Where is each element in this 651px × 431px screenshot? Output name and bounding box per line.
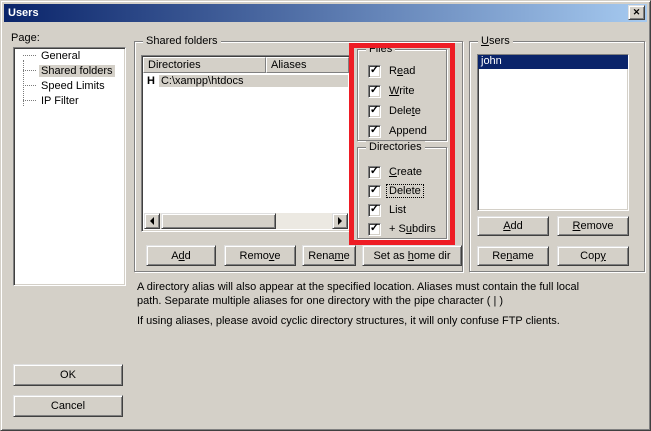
alias-note-line2: path. Separate multiple aliases for one … (137, 295, 503, 307)
checkmark-icon: ✓ (370, 223, 379, 234)
home-flag: H (144, 75, 159, 87)
page-item-shared-folders[interactable]: Shared folders (14, 63, 125, 78)
checkbox[interactable]: ✓ (368, 85, 381, 98)
column-header-aliases[interactable]: Aliases (266, 57, 349, 73)
checkbox[interactable]: ✓ (368, 204, 381, 217)
checkbox-label: + Subdirs (387, 223, 438, 235)
button-label: OK (60, 369, 76, 381)
checkmark-icon: ✓ (370, 166, 379, 177)
list-header: Directories Aliases (143, 57, 349, 73)
tree-connector (23, 100, 36, 101)
checkmark-icon: ✓ (370, 125, 379, 136)
button-label: Add (171, 250, 191, 262)
users-list[interactable]: john (477, 54, 629, 211)
checkbox-label: Append (387, 125, 429, 137)
add-folder-button[interactable]: Add (146, 245, 216, 266)
page-item-label: Speed Limits (39, 80, 107, 92)
checkbox-label: Write (387, 85, 416, 97)
remove-user-button[interactable]: Remove (557, 216, 629, 236)
button-label: Set as home dir (373, 250, 450, 262)
page-item-general[interactable]: General (14, 48, 125, 63)
button-label: Cancel (51, 400, 85, 412)
checkbox[interactable]: ✓ (368, 125, 381, 138)
checkbox-write[interactable]: ✓ Write (368, 83, 416, 99)
button-label: Rename (308, 250, 350, 262)
checkmark-icon: ✓ (370, 204, 379, 215)
rename-user-button[interactable]: Rename (477, 246, 549, 266)
close-button[interactable]: ✕ (628, 5, 645, 20)
checkbox-delete-files[interactable]: ✓ Delete (368, 103, 423, 119)
button-label: Rename (492, 250, 534, 262)
column-header-directories[interactable]: Directories (143, 57, 266, 73)
tree-connector (23, 70, 36, 71)
rename-folder-button[interactable]: Rename (302, 245, 356, 266)
shared-folders-group-label: Shared folders (143, 35, 221, 47)
files-group-label: Files (366, 43, 395, 55)
scroll-left-icon (150, 217, 154, 225)
checkbox-create[interactable]: ✓ Create (368, 164, 424, 180)
files-group: Files ✓ Read ✓ Write ✓ Delete ✓ Append (357, 49, 447, 141)
alias-note-line1: A directory alias will also appear at th… (137, 281, 579, 293)
close-icon: ✕ (633, 8, 641, 17)
checkbox[interactable]: ✓ (368, 185, 381, 198)
checkbox-read[interactable]: ✓ Read (368, 63, 417, 79)
checkbox-delete-directories[interactable]: ✓ Delete (368, 183, 423, 199)
cyclic-note: If using aliases, please avoid cyclic di… (137, 315, 560, 327)
page-item-label: Shared folders (39, 65, 115, 77)
titlebar[interactable]: Users (4, 4, 647, 22)
page-label: Page: (11, 32, 40, 44)
scroll-right-button[interactable] (332, 213, 348, 229)
button-label: Remove (240, 250, 281, 262)
checkmark-icon: ✓ (370, 105, 379, 116)
checkbox-label: Create (387, 166, 424, 178)
add-user-button[interactable]: Add (477, 216, 549, 236)
button-label: Add (503, 220, 523, 232)
checkmark-icon: ✓ (370, 185, 379, 196)
checkmark-icon: ✓ (370, 65, 379, 76)
checkbox-subdirs[interactable]: ✓ + Subdirs (368, 221, 438, 237)
checkbox-label: Delete (387, 185, 423, 197)
page-list: General Shared folders Speed Limits IP F… (13, 47, 126, 286)
user-item-john[interactable]: john (478, 55, 628, 69)
ok-button[interactable]: OK (13, 364, 123, 386)
checkbox[interactable]: ✓ (368, 223, 381, 236)
copy-user-button[interactable]: Copy (557, 246, 629, 266)
checkbox-list[interactable]: ✓ List (368, 202, 408, 218)
shared-folder-row[interactable]: H C:\xampp\htdocs (144, 73, 348, 88)
users-group-label: Users (478, 35, 513, 47)
directories-group: Directories ✓ Create ✓ Delete ✓ List ✓ +… (357, 147, 447, 239)
tree-connector (23, 55, 36, 56)
set-as-home-dir-button[interactable]: Set as home dir (362, 245, 462, 266)
tree-connector (23, 85, 36, 86)
directory-path: C:\xampp\htdocs (159, 75, 348, 87)
shared-folders-list: Directories Aliases H C:\xampp\htdocs (141, 55, 351, 232)
page-item-speed-limits[interactable]: Speed Limits (14, 78, 125, 93)
cancel-button[interactable]: Cancel (13, 395, 123, 417)
scroll-left-button[interactable] (144, 213, 160, 229)
button-label: Copy (580, 250, 606, 262)
scroll-right-icon (338, 217, 342, 225)
checkbox-label: Read (387, 65, 417, 77)
checkbox[interactable]: ✓ (368, 105, 381, 118)
users-dialog: Users ✕ Page: General Shared folders Spe… (0, 0, 651, 431)
button-label: Remove (573, 220, 614, 232)
scrollbar-thumb[interactable] (161, 213, 276, 229)
checkbox-label: Delete (387, 105, 423, 117)
page-item-label: IP Filter (39, 95, 81, 107)
checkbox-label: List (387, 204, 408, 216)
page-item-ip-filter[interactable]: IP Filter (14, 93, 125, 108)
horizontal-scrollbar[interactable] (144, 213, 348, 229)
directories-group-label: Directories (366, 141, 425, 153)
checkmark-icon: ✓ (370, 85, 379, 96)
remove-folder-button[interactable]: Remove (224, 245, 296, 266)
checkbox[interactable]: ✓ (368, 166, 381, 179)
window-title: Users (8, 7, 39, 19)
checkbox[interactable]: ✓ (368, 65, 381, 78)
checkbox-append[interactable]: ✓ Append (368, 123, 429, 139)
page-item-label: General (39, 50, 82, 62)
